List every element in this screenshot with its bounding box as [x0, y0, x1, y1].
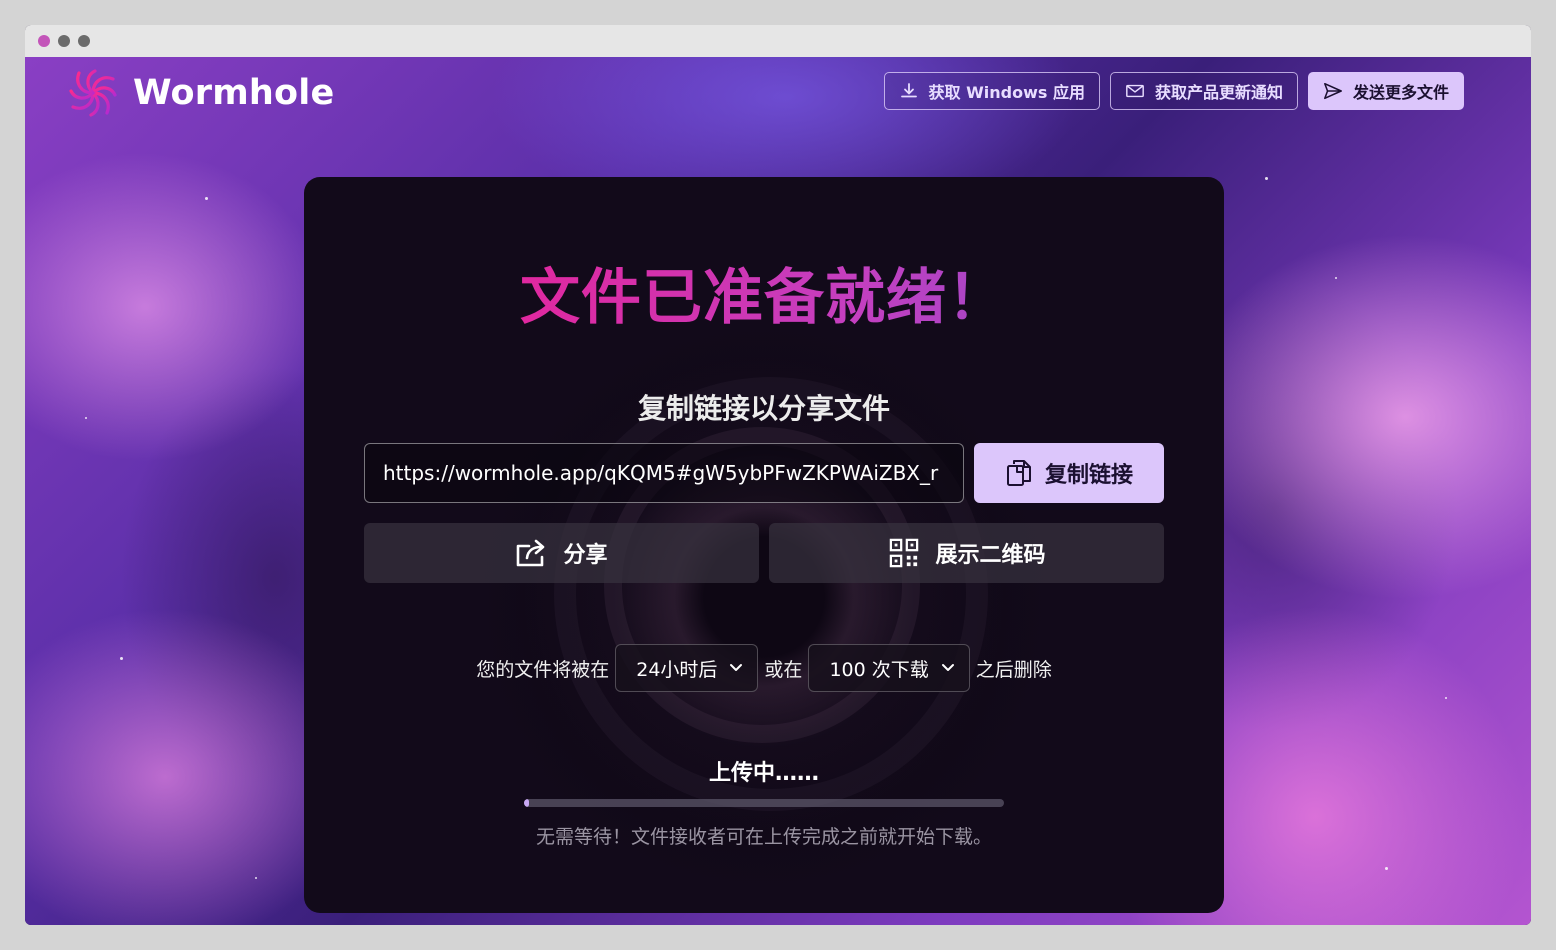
expiry-settings: 您的文件将被在 24小时后 或在 100 次下载 之后删除	[304, 643, 1224, 693]
window-titlebar	[25, 25, 1531, 57]
expiry-middle-text: 或在	[764, 658, 803, 681]
share-icon	[517, 539, 545, 567]
expiry-prefix-text: 您的文件将被在	[476, 658, 610, 681]
share-button[interactable]: 分享	[364, 523, 759, 583]
share-label: 分享	[563, 543, 608, 568]
expiry-suffix-text: 之后删除	[975, 658, 1052, 681]
share-card: 文件已准备就绪！ 复制链接以分享文件 复制链接 分享	[304, 177, 1224, 913]
copy-link-button[interactable]: 复制链接	[974, 443, 1164, 503]
window-minimize-dot[interactable]	[58, 35, 70, 47]
share-actions: 分享 展示二维码	[364, 523, 1164, 583]
send-more-files-button[interactable]: 发送更多文件	[1307, 72, 1464, 110]
upload-progress-bar	[524, 799, 1004, 807]
expiry-time-value: 24小时后	[636, 658, 718, 681]
browser-window: Wormhole 获取 Windows 应用 获取产品更新通知 发送更多文件 文…	[25, 25, 1531, 925]
send-icon	[1324, 82, 1342, 100]
show-qr-code-button[interactable]: 展示二维码	[769, 523, 1164, 583]
get-windows-app-label: 获取 Windows 应用	[928, 83, 1085, 102]
share-link-input[interactable]	[364, 443, 964, 503]
get-updates-label: 获取产品更新通知	[1154, 83, 1283, 102]
link-row: 复制链接	[364, 443, 1164, 503]
wormhole-logo-icon	[69, 69, 117, 117]
chevron-down-icon	[941, 664, 954, 671]
window-close-dot[interactable]	[38, 35, 50, 47]
get-updates-button[interactable]: 获取产品更新通知	[1109, 72, 1298, 110]
expiry-downloads-select[interactable]: 100 次下载	[808, 644, 970, 692]
app-name: Wormhole	[133, 73, 335, 113]
app-logo[interactable]: Wormhole	[67, 67, 334, 119]
copy-link-label: 复制链接	[1044, 463, 1133, 488]
get-windows-app-button[interactable]: 获取 Windows 应用	[883, 72, 1100, 110]
chevron-down-icon	[730, 664, 743, 671]
window-maximize-dot[interactable]	[78, 35, 90, 47]
upload-status: 上传中……	[708, 761, 819, 786]
copy-icon	[1006, 460, 1031, 486]
galaxy-background: Wormhole 获取 Windows 应用 获取产品更新通知 发送更多文件 文…	[25, 57, 1531, 925]
download-icon	[900, 83, 917, 98]
qr-code-icon	[890, 538, 919, 568]
send-more-files-label: 发送更多文件	[1352, 83, 1449, 102]
upload-hint: 无需等待！文件接收者可在上传完成之前就开始下载。	[535, 826, 992, 848]
show-qr-code-label: 展示二维码	[935, 543, 1046, 568]
header-actions: 获取 Windows 应用 获取产品更新通知 发送更多文件	[883, 72, 1464, 110]
expiry-time-select[interactable]: 24小时后	[615, 644, 759, 692]
expiry-downloads-value: 100 次下载	[829, 658, 929, 681]
share-heading: 复制链接以分享文件	[637, 392, 890, 425]
upload-progress-fill	[524, 799, 529, 807]
page-title: 文件已准备就绪！	[304, 249, 1224, 336]
mail-icon	[1126, 84, 1144, 98]
